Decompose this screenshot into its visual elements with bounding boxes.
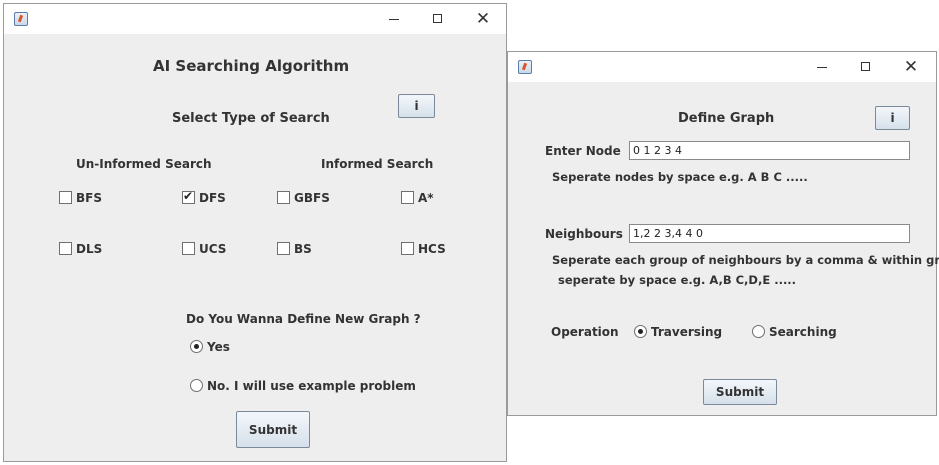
ucs-checkbox[interactable] — [182, 242, 195, 255]
close-button[interactable]: ✕ — [473, 9, 493, 29]
yes-radio[interactable] — [190, 340, 203, 353]
bfs-checkbox[interactable] — [59, 191, 72, 204]
graph-window: ✕ Define Graph i Enter Node 0 1 2 3 4 Se… — [507, 51, 939, 416]
hcs-label: HCS — [418, 242, 446, 256]
hcs-checkbox[interactable] — [401, 242, 414, 255]
maximize-button[interactable] — [428, 9, 448, 29]
java-app-icon — [518, 60, 532, 74]
page-title: AI Searching Algorithm — [153, 57, 350, 75]
no-radio[interactable] — [190, 379, 203, 392]
title-bar: ✕ — [4, 4, 506, 34]
info-button[interactable]: i — [875, 106, 910, 130]
searching-radio[interactable] — [752, 325, 765, 338]
uninformed-heading: Un-Informed Search — [76, 157, 212, 171]
traversing-radio[interactable] — [634, 325, 647, 338]
bs-label: BS — [294, 242, 312, 256]
submit-button[interactable]: Submit — [703, 379, 777, 405]
dfs-label: DFS — [199, 191, 226, 205]
neighbours-hint-line-2: seperate by space e.g. A,B C,D,E ..... — [558, 273, 797, 287]
search-window: ✕ AI Searching Algorithm i Select Type o… — [3, 3, 507, 462]
astar-label: A* — [418, 191, 434, 205]
gbfs-label: GBFS — [294, 191, 330, 205]
operation-label: Operation — [551, 325, 619, 339]
neighbours-label: Neighbours — [545, 227, 623, 241]
astar-checkbox[interactable] — [401, 191, 414, 204]
define-graph-question: Do You Wanna Define New Graph ? — [186, 312, 421, 326]
minimize-button[interactable] — [384, 9, 404, 29]
select-type-heading: Select Type of Search — [172, 111, 330, 126]
traversing-label: Traversing — [651, 325, 723, 339]
title-bar: ✕ — [508, 52, 936, 82]
java-app-icon — [14, 12, 28, 26]
yes-label: Yes — [207, 340, 230, 354]
no-label: No. I will use example problem — [207, 379, 416, 393]
maximize-button[interactable] — [856, 57, 876, 77]
minimize-button[interactable] — [812, 57, 832, 77]
searching-label: Searching — [769, 325, 837, 339]
ucs-label: UCS — [199, 242, 227, 256]
enter-node-label: Enter Node — [545, 144, 621, 158]
dls-label: DLS — [76, 242, 103, 256]
submit-button[interactable]: Submit — [236, 411, 310, 448]
dfs-checkbox[interactable] — [182, 189, 195, 204]
gbfs-checkbox[interactable] — [277, 191, 290, 204]
informed-heading: Informed Search — [321, 157, 434, 171]
bfs-label: BFS — [76, 191, 102, 205]
node-input[interactable]: 0 1 2 3 4 — [629, 141, 910, 160]
neighbours-input[interactable]: 1,2 2 3,4 4 0 — [629, 224, 910, 243]
bs-checkbox[interactable] — [277, 242, 290, 255]
dls-checkbox[interactable] — [59, 242, 72, 255]
close-button[interactable]: ✕ — [901, 57, 921, 77]
info-button[interactable]: i — [398, 94, 435, 118]
window-heading: Define Graph — [678, 111, 775, 126]
neighbours-hint-line-1: Seperate each group of neighbours by a c… — [552, 253, 939, 267]
node-hint: Seperate nodes by space e.g. A B C ..... — [552, 170, 808, 184]
